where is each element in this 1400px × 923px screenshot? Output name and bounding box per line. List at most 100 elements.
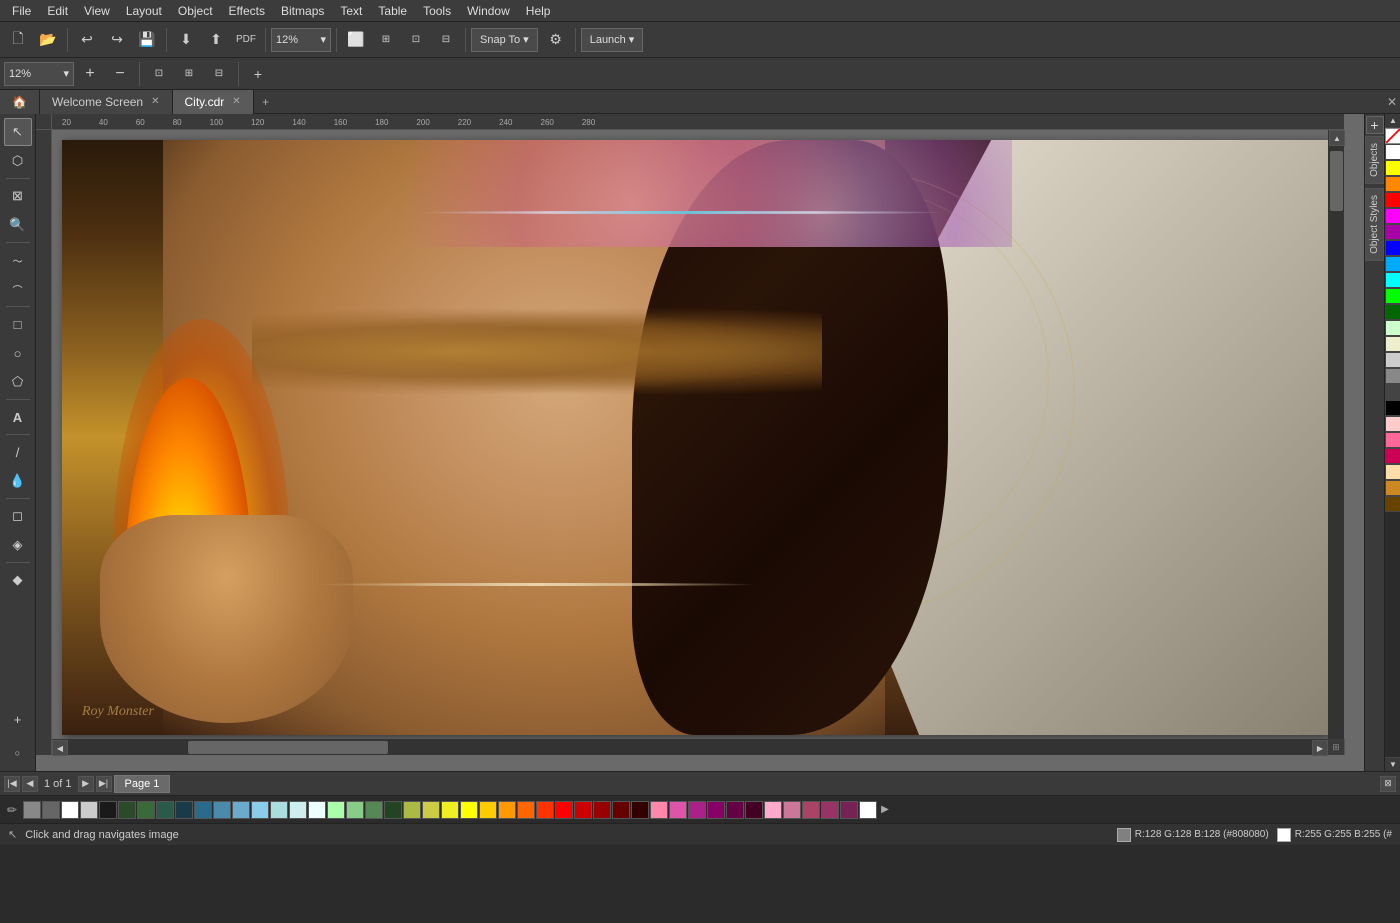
swatch-35[interactable] bbox=[669, 801, 687, 819]
swatch-22[interactable] bbox=[422, 801, 440, 819]
menu-object[interactable]: Object bbox=[170, 2, 221, 20]
page-next-button[interactable]: ▶ bbox=[78, 776, 94, 792]
ellipse-tool-button[interactable]: ○ bbox=[4, 339, 32, 367]
zoom-out-button[interactable]: − bbox=[106, 60, 134, 88]
crop-tool-button[interactable]: ⊠ bbox=[4, 182, 32, 210]
scroll-thumb-h[interactable] bbox=[188, 741, 388, 754]
rectangle-tool-button[interactable]: □ bbox=[4, 310, 32, 338]
page-1-tab[interactable]: Page 1 bbox=[114, 775, 171, 793]
artistic-tool-button[interactable]: ⌒ bbox=[4, 275, 32, 303]
swatch-2[interactable] bbox=[42, 801, 60, 819]
page-last-button[interactable]: ▶| bbox=[96, 776, 112, 792]
swatch-44[interactable] bbox=[840, 801, 858, 819]
swatch-24[interactable] bbox=[460, 801, 478, 819]
swatch-15[interactable] bbox=[289, 801, 307, 819]
objects-panel-tab[interactable]: Objects bbox=[1365, 136, 1384, 184]
polygon-tool-button[interactable]: ⬠ bbox=[4, 368, 32, 396]
palette-cream[interactable] bbox=[1385, 336, 1400, 352]
ruler-button[interactable]: ⊡ bbox=[402, 26, 430, 54]
shape-tool-button[interactable]: ⬡ bbox=[4, 147, 32, 175]
swatch-10[interactable] bbox=[194, 801, 212, 819]
menu-tools[interactable]: Tools bbox=[415, 2, 459, 20]
palette-yellow[interactable] bbox=[1385, 160, 1400, 176]
palette-violet[interactable] bbox=[1385, 224, 1400, 240]
swatch-40[interactable] bbox=[764, 801, 782, 819]
palette-more-button[interactable]: ▶ bbox=[878, 801, 892, 819]
open-button[interactable]: 📂 bbox=[34, 26, 62, 54]
add-tool-button[interactable]: + bbox=[4, 705, 32, 733]
tab-city[interactable]: City.cdr ✕ bbox=[173, 90, 254, 114]
pdf-button[interactable]: PDF bbox=[232, 26, 260, 54]
import-button[interactable]: ⬇ bbox=[172, 26, 200, 54]
line-tool-button[interactable]: / bbox=[4, 438, 32, 466]
zoom-select-button[interactable]: ⊡ bbox=[145, 60, 173, 88]
zoom-in-button[interactable]: + bbox=[76, 60, 104, 88]
palette-light-green[interactable] bbox=[1385, 320, 1400, 336]
scroll-right-button[interactable]: ▶ bbox=[1312, 740, 1328, 756]
city-tab-close[interactable]: ✕ bbox=[232, 96, 240, 107]
new-button[interactable]: 🗋 bbox=[4, 26, 32, 54]
transparency-tool-button[interactable]: ◈ bbox=[4, 531, 32, 559]
select-tool-button[interactable]: ↖ bbox=[4, 118, 32, 146]
palette-orange[interactable] bbox=[1385, 176, 1400, 192]
scrollbar-horizontal[interactable]: ◀ ▶ bbox=[52, 739, 1328, 755]
palette-red[interactable] bbox=[1385, 192, 1400, 208]
text-tool-button[interactable]: A bbox=[4, 403, 32, 431]
zoom-tool-button[interactable]: 🔍 bbox=[4, 211, 32, 239]
swatch-5[interactable] bbox=[99, 801, 117, 819]
swatch-43[interactable] bbox=[821, 801, 839, 819]
menu-bitmaps[interactable]: Bitmaps bbox=[273, 2, 332, 20]
swatch-29[interactable] bbox=[555, 801, 573, 819]
menu-edit[interactable]: Edit bbox=[39, 2, 76, 20]
swatch-23[interactable] bbox=[441, 801, 459, 819]
palette-cyan[interactable] bbox=[1385, 272, 1400, 288]
tab-add-button[interactable]: + bbox=[254, 90, 278, 114]
swatch-45[interactable] bbox=[859, 801, 877, 819]
palette-black[interactable] bbox=[1385, 400, 1400, 416]
palette-white[interactable] bbox=[1385, 144, 1400, 160]
eyedropper-tool-button[interactable]: 💧 bbox=[4, 467, 32, 495]
menu-view[interactable]: View bbox=[76, 2, 118, 20]
swatch-3[interactable] bbox=[61, 801, 79, 819]
swatch-26[interactable] bbox=[498, 801, 516, 819]
swatch-27[interactable] bbox=[517, 801, 535, 819]
page-prev-button[interactable]: ◀ bbox=[22, 776, 38, 792]
object-styles-panel-tab[interactable]: Object Styles bbox=[1365, 188, 1384, 261]
scroll-thumb-v[interactable] bbox=[1330, 151, 1343, 211]
swatch-21[interactable] bbox=[403, 801, 421, 819]
swatch-13[interactable] bbox=[251, 801, 269, 819]
palette-scroll-up[interactable]: ▲ bbox=[1385, 114, 1400, 128]
menu-effects[interactable]: Effects bbox=[221, 2, 273, 20]
menu-window[interactable]: Window bbox=[459, 2, 518, 20]
pan-button[interactable]: ⊞ bbox=[175, 60, 203, 88]
swatch-30[interactable] bbox=[574, 801, 592, 819]
swatch-36[interactable] bbox=[688, 801, 706, 819]
palette-green[interactable] bbox=[1385, 288, 1400, 304]
scroll-up-button[interactable]: ▲ bbox=[1329, 130, 1345, 146]
palette-brown-light[interactable] bbox=[1385, 480, 1400, 496]
scroll-left-button[interactable]: ◀ bbox=[52, 740, 68, 756]
panel-add-button[interactable]: + bbox=[1366, 116, 1384, 134]
swatch-39[interactable] bbox=[745, 801, 763, 819]
close-button[interactable]: ✕ bbox=[1384, 90, 1400, 114]
swatch-17[interactable] bbox=[327, 801, 345, 819]
swatch-37[interactable] bbox=[707, 801, 725, 819]
fill-tool-button[interactable]: ◆ bbox=[4, 566, 32, 594]
zoom-input[interactable]: 12% ▾ bbox=[4, 62, 74, 86]
swatch-28[interactable] bbox=[536, 801, 554, 819]
palette-gray-mid[interactable] bbox=[1385, 368, 1400, 384]
swatch-16[interactable] bbox=[308, 801, 326, 819]
zoom-fit-button[interactable]: ⊠ bbox=[1380, 776, 1396, 792]
tab-home[interactable]: 🏠 bbox=[0, 90, 40, 114]
freehand-tool-button[interactable]: 〜 bbox=[4, 246, 32, 274]
swatch-31[interactable] bbox=[593, 801, 611, 819]
palette-pink[interactable] bbox=[1385, 432, 1400, 448]
palette-scroll-down[interactable]: ▼ bbox=[1385, 757, 1400, 771]
swatch-12[interactable] bbox=[232, 801, 250, 819]
bottom-options-button[interactable]: ○ bbox=[4, 739, 32, 767]
menu-text[interactable]: Text bbox=[332, 2, 370, 20]
swatch-7[interactable] bbox=[137, 801, 155, 819]
save-button[interactable]: 💾 bbox=[133, 26, 161, 54]
view-full-button[interactable]: ⬜ bbox=[342, 26, 370, 54]
zoom-dropdown-icon-2[interactable]: ▾ bbox=[63, 67, 69, 80]
